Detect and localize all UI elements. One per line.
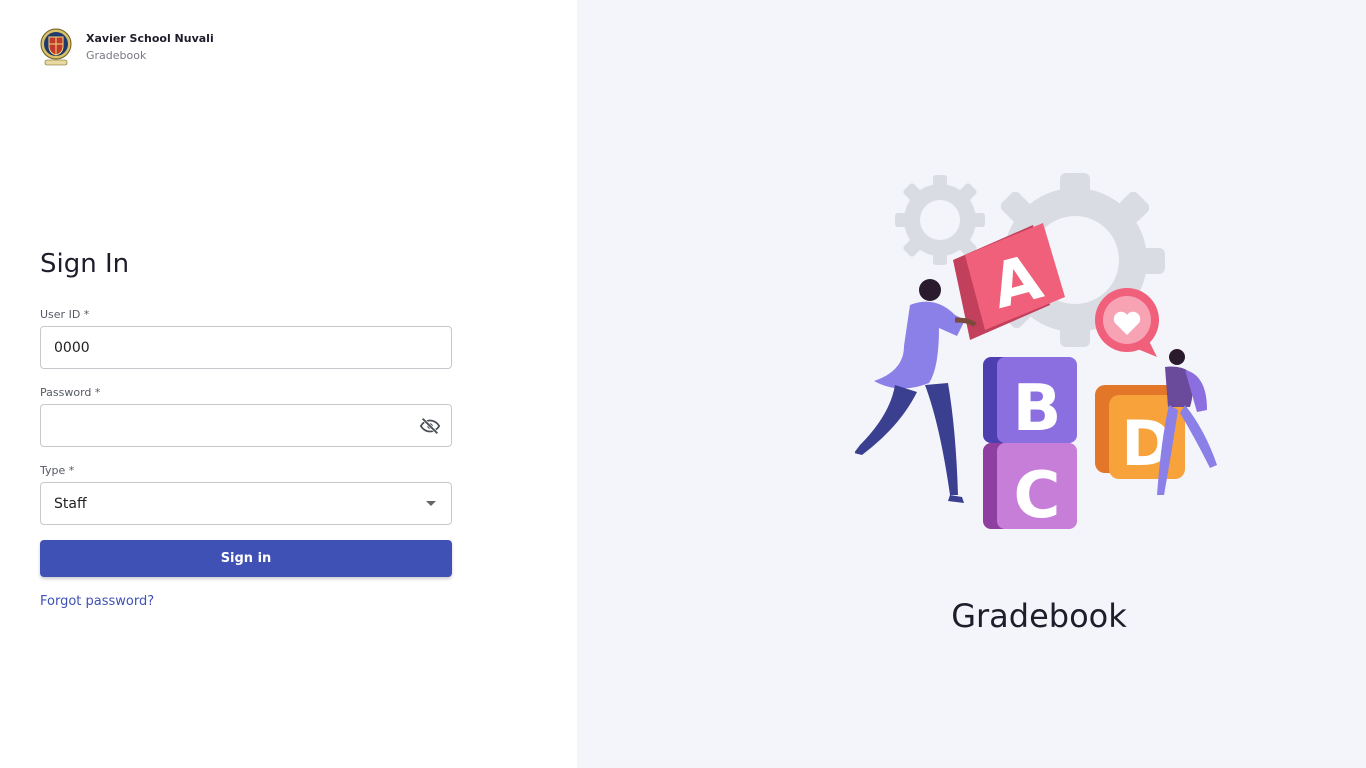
type-select-value: Staff bbox=[54, 495, 87, 512]
type-label: Type * bbox=[40, 464, 75, 477]
eye-off-icon[interactable] bbox=[418, 414, 441, 438]
app-subtitle: Gradebook bbox=[86, 49, 147, 62]
school-name: Xavier School Nuvali bbox=[86, 32, 214, 45]
hero-title: Gradebook bbox=[951, 597, 1127, 635]
abc-blocks-illustration: A B C D bbox=[855, 173, 1217, 533]
walking-person-icon bbox=[1157, 349, 1217, 495]
caret-down-icon bbox=[426, 501, 436, 506]
sign-in-button[interactable]: Sign in bbox=[40, 540, 452, 577]
svg-text:B: B bbox=[1013, 372, 1062, 446]
running-person-icon bbox=[855, 279, 977, 503]
svg-text:C: C bbox=[1014, 459, 1061, 533]
brand-header: Xavier School Nuvali Gradebook bbox=[40, 27, 214, 67]
small-gear-icon bbox=[895, 175, 985, 265]
user-id-input[interactable] bbox=[54, 339, 438, 356]
password-label: Password * bbox=[40, 386, 101, 399]
block-b-icon: B bbox=[983, 357, 1077, 446]
user-id-field[interactable] bbox=[40, 326, 452, 369]
password-field[interactable] bbox=[40, 404, 452, 447]
page-title: Sign In bbox=[40, 249, 130, 279]
login-panel: Xavier School Nuvali Gradebook Sign In U… bbox=[0, 0, 577, 768]
type-select[interactable]: Staff bbox=[40, 482, 452, 525]
hero-panel: A B C D Gradebook bbox=[577, 0, 1366, 768]
school-crest-icon bbox=[40, 28, 72, 66]
password-input[interactable] bbox=[54, 417, 419, 434]
block-c-icon: C bbox=[983, 443, 1077, 533]
user-id-label: User ID * bbox=[40, 308, 90, 321]
forgot-password-link[interactable]: Forgot password? bbox=[40, 594, 154, 609]
